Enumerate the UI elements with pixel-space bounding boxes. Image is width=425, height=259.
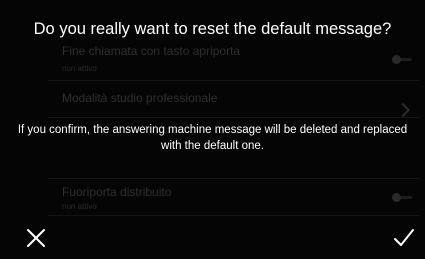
setting-row-fuoriporta: Fuoriporta distribuito non attivo [48, 179, 420, 216]
setting-status: non attivo [62, 202, 97, 211]
setting-title: Modalità studio professionale [62, 91, 218, 105]
setting-row-fine-chiamata: Fine chiamata con tasto apriporta non at… [48, 38, 420, 81]
toggle-switch [392, 55, 412, 64]
dialog-title: Do you really want to reset the default … [33, 20, 392, 38]
setting-title: Fuoriporta distribuito [62, 185, 172, 199]
chevron-right-icon [395, 102, 411, 118]
cancel-button[interactable] [22, 224, 50, 252]
toggle-switch [392, 193, 412, 202]
setting-status: non attivo [62, 64, 97, 73]
dialog-message: If you confirm, the answering machine me… [17, 124, 408, 152]
close-icon [27, 229, 45, 247]
setting-row-modalita-studio: Modalità studio professionale [48, 81, 420, 118]
setting-title: Fine chiamata con tasto apriporta [62, 44, 241, 58]
checkmark-icon [394, 229, 414, 246]
confirm-button[interactable] [390, 224, 418, 252]
reset-message-dialog-screen: Fine chiamata con tasto apriporta non at… [0, 0, 425, 259]
